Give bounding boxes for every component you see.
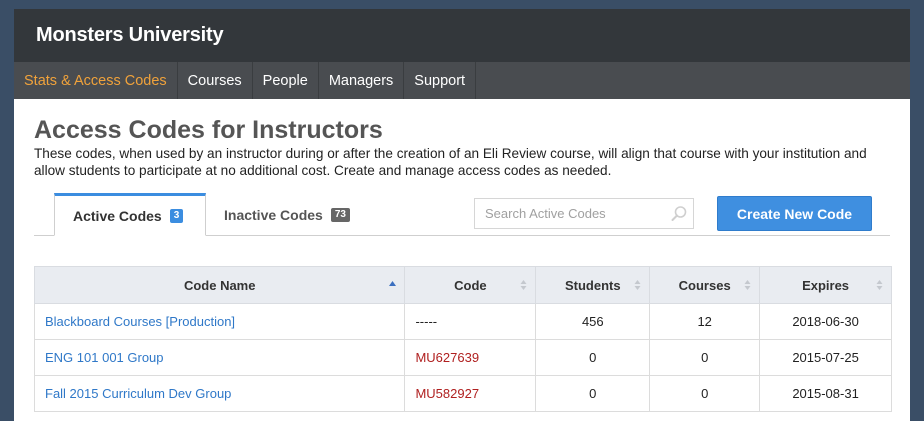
search-input[interactable]	[475, 199, 660, 228]
search-icon[interactable]	[669, 204, 689, 224]
main-nav: Stats & Access Codes Courses People Mana…	[14, 62, 910, 99]
sort-icon	[876, 280, 883, 290]
tab-active-codes-label: Active Codes	[73, 207, 162, 224]
nav-support[interactable]: Support	[404, 62, 477, 99]
code-name-link[interactable]: Blackboard Courses [Production]	[45, 314, 235, 329]
courses-cell: 0	[649, 375, 761, 412]
page-title: Access Codes for Instructors	[34, 116, 383, 144]
header-code[interactable]: Code	[404, 266, 537, 304]
code-name-cell: Blackboard Courses [Production]	[33, 303, 406, 340]
expires-cell: 2018-06-30	[759, 303, 892, 340]
courses-cell: 12	[649, 303, 761, 340]
search-box	[474, 198, 694, 229]
nav-people[interactable]: People	[253, 62, 319, 99]
inactive-count-badge: 73	[330, 207, 350, 222]
tab-inactive-codes[interactable]: Inactive Codes 73	[206, 193, 350, 236]
expires-cell: 2015-08-31	[759, 375, 892, 412]
tab-active-codes[interactable]: Active Codes 3	[54, 193, 206, 236]
code-name-cell: ENG 101 001 Group	[33, 339, 406, 376]
table-row: ENG 101 001 Group MU627639 0 0 2015-07-2…	[33, 339, 892, 376]
code-cell: MU582927	[404, 375, 537, 412]
sort-icon	[744, 280, 751, 290]
codes-table-container: Code Name Code Students Courses Expires …	[33, 266, 892, 412]
header-students[interactable]: Students	[535, 266, 651, 304]
app-window: Monsters University Stats & Access Codes…	[14, 9, 910, 421]
table-row: Fall 2015 Curriculum Dev Group MU582927 …	[33, 375, 892, 412]
code-name-cell: Fall 2015 Curriculum Dev Group	[33, 375, 406, 412]
students-cell: 456	[535, 303, 651, 340]
nav-stats-access-codes[interactable]: Stats & Access Codes	[14, 62, 178, 99]
page-description: These codes, when used by an instructor …	[34, 146, 867, 178]
sort-ascending-icon	[389, 281, 397, 286]
sort-icon	[634, 280, 641, 290]
nav-managers[interactable]: Managers	[319, 62, 405, 99]
active-count-badge: 3	[169, 208, 184, 223]
students-cell: 0	[535, 339, 651, 376]
header-courses[interactable]: Courses	[649, 266, 761, 304]
nav-courses[interactable]: Courses	[178, 62, 253, 99]
code-cell: -----	[404, 303, 537, 340]
header-bar: Monsters University	[14, 9, 910, 62]
sort-icon	[520, 280, 527, 290]
code-name-link[interactable]: Fall 2015 Curriculum Dev Group	[45, 386, 231, 401]
table-row: Blackboard Courses [Production] ----- 45…	[33, 303, 892, 340]
tabs-bar: Active Codes 3 Inactive Codes 73 Create …	[34, 192, 890, 236]
codes-table: Code Name Code Students Courses Expires …	[33, 266, 892, 412]
code-name-link[interactable]: ENG 101 001 Group	[45, 350, 164, 365]
expires-cell: 2015-07-25	[759, 339, 892, 376]
header-code-name[interactable]: Code Name	[33, 266, 406, 304]
code-cell: MU627639	[404, 339, 537, 376]
tab-inactive-codes-label: Inactive Codes	[224, 206, 323, 223]
table-header-row: Code Name Code Students Courses Expires	[33, 266, 892, 304]
header-expires[interactable]: Expires	[759, 266, 892, 304]
create-new-code-button[interactable]: Create New Code	[717, 196, 872, 231]
main-content: Access Codes for Instructors These codes…	[14, 99, 910, 412]
students-cell: 0	[535, 375, 651, 412]
courses-cell: 0	[649, 339, 761, 376]
app-title: Monsters University	[36, 24, 224, 46]
